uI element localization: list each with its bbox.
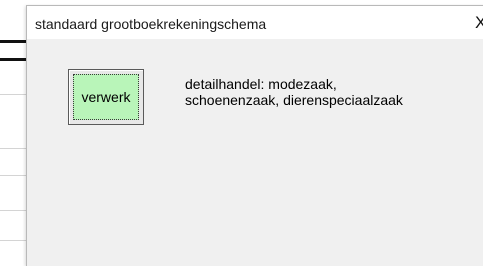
verwerk-button-label: verwerk (73, 74, 139, 120)
description-text: detailhandel: modezaak, schoenenzaak, di… (185, 76, 403, 108)
verwerk-button[interactable]: verwerk (68, 69, 144, 125)
description-line-2: schoenenzaak, dierenspeciaalzaak (185, 92, 403, 108)
description-line-1: detailhandel: modezaak, (185, 76, 337, 92)
dialog-titlebar: standaard grootboekrekeningschema X (27, 6, 483, 39)
dialog-window: standaard grootboekrekeningschema X verw… (26, 5, 483, 266)
close-icon[interactable]: X (475, 10, 483, 36)
dialog-title: standaard grootboekrekeningschema (35, 16, 267, 32)
